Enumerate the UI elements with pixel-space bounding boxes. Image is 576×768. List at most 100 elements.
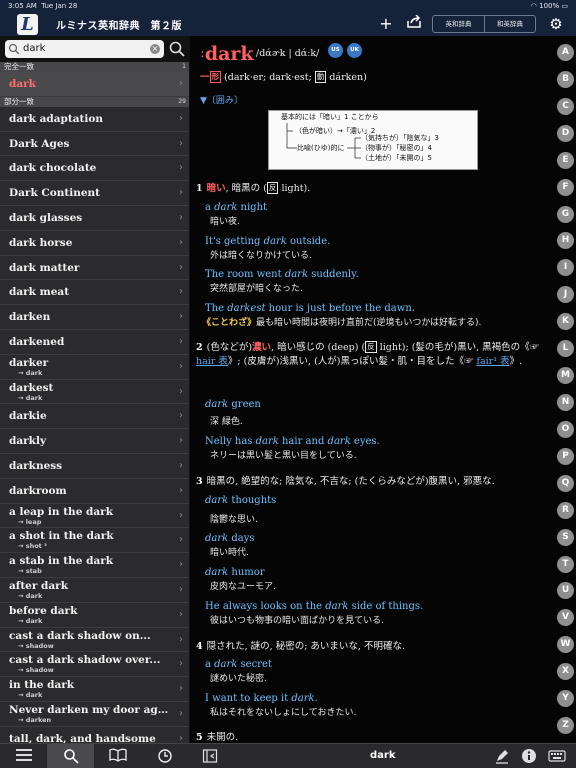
index-letter-k[interactable]: K bbox=[557, 313, 574, 331]
chevron-right-icon: › bbox=[179, 236, 183, 248]
section-count: 1 bbox=[182, 63, 186, 70]
index-letter-o[interactable]: O bbox=[557, 420, 574, 438]
chevron-right-icon: › bbox=[179, 633, 183, 645]
index-letter-b[interactable]: B bbox=[557, 70, 574, 88]
list-item-word: dark adaptation bbox=[9, 112, 104, 125]
list-item[interactable]: a leap in the dark → leap › bbox=[0, 504, 189, 529]
list-item[interactable]: before dark → dark › bbox=[0, 603, 189, 628]
translation-6: ネリーは黒い髪と黒い目をしている. bbox=[210, 451, 357, 461]
index-letter-x[interactable]: X bbox=[557, 663, 574, 681]
list-item[interactable]: darken › bbox=[0, 305, 189, 330]
search-input[interactable]: dark × bbox=[5, 40, 164, 58]
list-item[interactable]: darkly › bbox=[0, 429, 189, 454]
list-item[interactable]: Never darken my door agai... → darken › bbox=[0, 702, 189, 727]
index-letter-u[interactable]: U bbox=[557, 582, 574, 600]
list-item[interactable]: dark › bbox=[0, 72, 189, 97]
index-letter-h[interactable]: H bbox=[557, 232, 574, 250]
list-item[interactable]: darker → dark › bbox=[0, 355, 189, 380]
list-item[interactable]: Dark Ages › bbox=[0, 132, 189, 157]
list-item-word: Dark Ages bbox=[9, 137, 70, 150]
list-item[interactable]: darkie › bbox=[0, 404, 189, 430]
list-item-crossref: → shot ³ bbox=[18, 542, 47, 551]
index-letter-d[interactable]: D bbox=[557, 124, 574, 142]
list-item[interactable]: dark matter › bbox=[0, 256, 189, 281]
list-item[interactable]: darkness › bbox=[0, 454, 189, 479]
list-item[interactable]: a stab in the dark → stab › bbox=[0, 553, 189, 578]
share-icon[interactable] bbox=[404, 14, 424, 33]
keyboard-icon[interactable] bbox=[548, 748, 566, 764]
plus-icon[interactable]: + bbox=[376, 15, 396, 33]
search-tab-icon[interactable] bbox=[47, 744, 94, 768]
translation-5: 深 緑色. bbox=[210, 417, 243, 427]
list-icon[interactable] bbox=[0, 744, 47, 768]
index-letter-l[interactable]: L bbox=[557, 340, 574, 358]
clear-icon[interactable]: × bbox=[150, 44, 160, 54]
index-letter-e[interactable]: E bbox=[557, 151, 574, 169]
index-letter-s[interactable]: S bbox=[557, 528, 574, 546]
list-item[interactable]: darkest → dark › bbox=[0, 380, 189, 405]
index-letter-w[interactable]: W bbox=[557, 636, 574, 654]
ref-hair-table[interactable]: hair 表 bbox=[196, 356, 228, 367]
list-item-word: darkest bbox=[9, 381, 54, 394]
index-letter-c[interactable]: C bbox=[557, 97, 574, 115]
audio-uk-icon[interactable]: UK bbox=[347, 43, 362, 58]
battery-icon: ▭ bbox=[561, 2, 568, 10]
verb-tag: 動 bbox=[314, 71, 327, 83]
list-item[interactable]: dark horse › bbox=[0, 231, 189, 256]
history-icon[interactable] bbox=[141, 744, 188, 768]
index-letter-v[interactable]: V bbox=[557, 609, 574, 627]
index-letter-a[interactable]: A bbox=[557, 44, 574, 61]
list-item[interactable]: cast a dark shadow on... → shadow › bbox=[0, 628, 189, 653]
example-10: He always looks on the dark side of thin… bbox=[205, 601, 424, 612]
index-letter-r[interactable]: R bbox=[557, 501, 574, 519]
info-icon[interactable] bbox=[521, 748, 537, 764]
chevron-right-icon: › bbox=[179, 658, 183, 670]
index-letter-i[interactable]: I bbox=[557, 259, 574, 277]
search-button-icon[interactable] bbox=[168, 40, 186, 58]
list-item[interactable]: cast a dark shadow over... → shadow › bbox=[0, 652, 189, 678]
list-item[interactable]: a shot in the dark → shot ³ › bbox=[0, 528, 189, 554]
book-icon[interactable] bbox=[94, 744, 141, 768]
list-item[interactable]: dark adaptation › bbox=[0, 107, 189, 132]
status-right: ◠ 100% ▭ bbox=[531, 0, 568, 12]
gear-icon[interactable]: ⚙ bbox=[546, 15, 566, 33]
sense-4: 4 隠された, 謎の, 秘密の; あいまいな, 不明確な. bbox=[196, 641, 405, 652]
list-item[interactable]: after dark → dark › bbox=[0, 578, 189, 603]
list-item[interactable]: Dark Continent › bbox=[0, 181, 189, 206]
list-item[interactable]: darkened › bbox=[0, 330, 189, 355]
list-item[interactable]: dark meat › bbox=[0, 280, 189, 306]
tab-english-japanese[interactable]: 英和辞典 bbox=[433, 16, 484, 32]
marker-icon[interactable] bbox=[494, 748, 510, 764]
index-letter-j[interactable]: J bbox=[557, 286, 574, 304]
index-letter-q[interactable]: Q bbox=[557, 474, 574, 492]
battery-percent: 100% bbox=[539, 2, 560, 10]
list-item[interactable]: tall, dark, and handsome › bbox=[0, 727, 189, 743]
list-item-word: dark chocolate bbox=[9, 162, 97, 175]
translation-8: 暗い時代. bbox=[210, 548, 249, 558]
index-letter-z[interactable]: Z bbox=[557, 717, 574, 735]
box-toggle[interactable]: ▼〔囲み〕 bbox=[200, 93, 243, 106]
list-item[interactable]: darkroom › bbox=[0, 479, 189, 504]
index-letter-t[interactable]: T bbox=[557, 555, 574, 573]
index-letter-p[interactable]: P bbox=[557, 447, 574, 465]
list-item-word: darkness bbox=[9, 459, 63, 472]
list-item[interactable]: in the dark → dark › bbox=[0, 677, 189, 702]
search-input-value: dark bbox=[23, 43, 46, 54]
pos-tag: 一形 bbox=[200, 71, 222, 83]
sidebar-icon[interactable] bbox=[202, 748, 218, 764]
index-letter-y[interactable]: Y bbox=[557, 690, 574, 708]
list-item-word: cast a dark shadow over... bbox=[9, 654, 161, 667]
list-item[interactable]: dark chocolate › bbox=[0, 156, 189, 182]
audio-us-icon[interactable]: US bbox=[328, 43, 343, 58]
chevron-right-icon: › bbox=[179, 435, 183, 447]
ref-fair-table[interactable]: fair¹ 表 bbox=[477, 356, 510, 367]
meaning-diagram: 基本的には「暗い」1 ことから （色が暗い）→「濃い」2 （気持ちが）「陰気な」… bbox=[268, 110, 478, 170]
index-letter-g[interactable]: G bbox=[557, 205, 574, 223]
wifi-icon: ◠ bbox=[530, 2, 537, 10]
list-item[interactable]: dark glasses › bbox=[0, 206, 189, 231]
index-letter-f[interactable]: F bbox=[557, 178, 574, 196]
nav-bar: L ルミナス英和辞典 第２版 + 英和辞典 和英辞典 ⚙ bbox=[0, 12, 576, 36]
index-letter-m[interactable]: M bbox=[557, 367, 574, 385]
tab-japanese-english[interactable]: 和英辞典 bbox=[484, 16, 535, 32]
index-letter-n[interactable]: N bbox=[557, 394, 574, 411]
